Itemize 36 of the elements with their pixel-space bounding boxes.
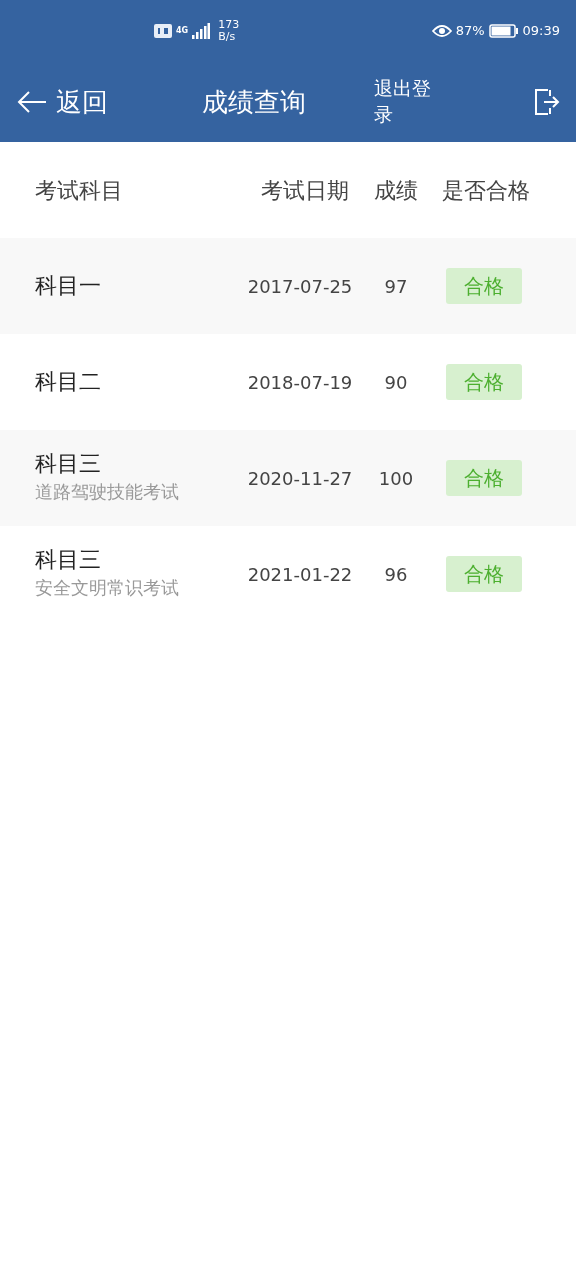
subject-name: 科目三 — [35, 547, 102, 574]
subject-name: 科目三 — [35, 451, 102, 478]
network-speed: 173 — [218, 18, 240, 31]
column-header: 是否合格 — [441, 176, 531, 205]
exam-date: 2018-07-19 — [246, 370, 354, 395]
exam-date: 2020-11-27 — [246, 466, 354, 491]
subject-name: 科目二 — [35, 368, 102, 396]
back-arrow-icon — [16, 90, 48, 114]
subject-note: 安全文明常识考试 — [35, 575, 180, 600]
result-tag: 合格 — [446, 460, 522, 496]
result-tag: 合格 — [446, 556, 522, 592]
exam-date: 2021-01-22 — [246, 562, 354, 587]
logout-button[interactable]: 退出登录 — [374, 76, 440, 128]
battery-percent: 87% — [455, 22, 485, 41]
speed-unit: B/s — [218, 31, 237, 44]
battery-icon — [488, 24, 519, 38]
subject-note: 道路驾驶技能考试 — [35, 479, 180, 504]
result-tag: 合格 — [446, 268, 522, 304]
clock: 09:39 — [522, 22, 560, 41]
column-header: 成绩 — [373, 176, 419, 205]
subject-name: 科目一 — [35, 272, 102, 300]
network-label: 4G — [176, 25, 189, 37]
score: 100 — [377, 466, 415, 491]
score: 90 — [383, 370, 409, 395]
result-tag: 合格 — [446, 364, 522, 400]
score: 96 — [383, 562, 409, 587]
back-button[interactable]: 返回 — [16, 82, 108, 122]
column-header: 考试日期 — [260, 176, 350, 205]
page-title: 成绩查询 — [202, 85, 306, 119]
hd-icon — [154, 24, 172, 38]
signal-icon — [192, 23, 211, 39]
logout-icon[interactable] — [534, 88, 560, 116]
exam-date: 2017-07-25 — [246, 274, 354, 299]
score: 97 — [383, 274, 409, 299]
eye-icon — [431, 24, 452, 38]
column-header: 考试科目 — [35, 176, 124, 205]
